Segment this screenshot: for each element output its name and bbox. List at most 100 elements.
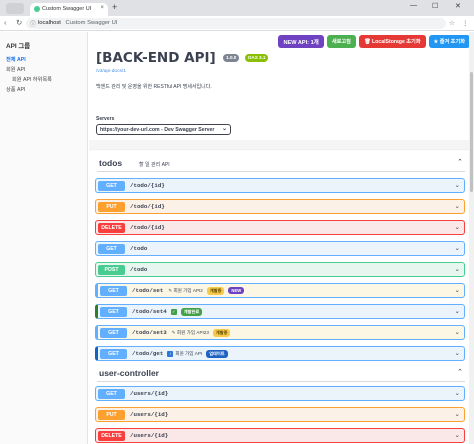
new-tab-button[interactable]: + [112, 2, 117, 12]
server-select[interactable]: https://your-dev-url.com - Dev Swagger S… [96, 124, 231, 135]
chevron-down-icon: ⌄ [221, 126, 227, 132]
method-badge: GET [98, 388, 125, 399]
operation-delete-todo-id[interactable]: DELETE /todo/{id} ⌄ [95, 220, 465, 235]
api-info: [BACK-END API] 1.0.0 OAS 3.1 /v3/api-doc… [96, 49, 376, 90]
operation-get-todo[interactable]: GET /todo ⌄ [95, 241, 465, 256]
operation-path: /todo/{id} [130, 224, 165, 231]
method-badge: DELETE [98, 222, 125, 233]
tab-bar: Custom Swagger UI × + — ☐ ✕ [0, 0, 474, 16]
chevron-up-icon[interactable]: ⌃ [457, 158, 463, 166]
chevron-down-icon[interactable]: ⌄ [455, 328, 460, 336]
localstorage-reset-button[interactable]: 🗑 LocalStorage 초기화 [358, 35, 426, 48]
sidebar-item-member-api[interactable]: 회원 API [6, 66, 81, 73]
browser-toolbar: ‹ ↻ ⓘ localhost Custom Swagger UI ☆ ⋮ [0, 16, 474, 31]
status-badge-developing: 개발중 [212, 328, 231, 337]
operation-summary: ✎ 회원 가입 API23 [171, 329, 209, 335]
maximize-button[interactable]: ☐ [432, 2, 438, 10]
chevron-down-icon[interactable]: ⌄ [455, 349, 460, 357]
operation-post-todo[interactable]: POST /todo ⌄ [95, 262, 465, 277]
operation-path: /users/{id} [130, 411, 169, 418]
chevron-down-icon[interactable]: ⌄ [455, 202, 460, 210]
close-window-button[interactable]: ✕ [455, 2, 461, 10]
status-badge-updated: 업데이트 [206, 349, 228, 358]
operation-get-users-id[interactable]: GET /users/{id} ⌄ [95, 386, 465, 401]
api-description: 백엔드 관리 및 운영을 위한 RESTful API 명세서입니다. [96, 84, 212, 90]
back-icon[interactable]: ‹ [4, 18, 7, 27]
operation-path: /todo/get [132, 350, 164, 357]
refresh-button[interactable]: 새로고침 [326, 35, 356, 48]
localstorage-reset-label: LocalStorage 초기화 [371, 39, 421, 45]
site-info-icon[interactable]: ⓘ [30, 19, 36, 28]
api-docs-link[interactable]: /v3/api-docs/1 [96, 69, 376, 74]
operation-path: /todo/{id} [130, 203, 165, 210]
tag-header-user-controller[interactable]: user-controller ⌃ [97, 368, 465, 382]
status-badge-complete: 개발완료 [180, 307, 203, 316]
new-api-button[interactable]: NEW API: 1개 [278, 35, 324, 48]
method-badge: GET [100, 306, 127, 317]
tag-description: 할 일 관리 API [139, 162, 170, 168]
method-badge: DELETE [98, 430, 125, 441]
tab-close-icon[interactable]: × [100, 5, 104, 11]
operation-summary: ✎ 회원 가입 API2 [168, 287, 203, 293]
operation-path: /todo/{id} [130, 182, 165, 189]
method-badge: PUT [98, 201, 125, 212]
operation-path: /todo/set3 [132, 329, 167, 336]
operation-path: /users/{id} [130, 390, 169, 397]
reload-icon[interactable]: ↻ [16, 18, 22, 27]
method-badge: POST [98, 264, 125, 275]
chevron-down-icon[interactable]: ⌄ [455, 307, 460, 315]
chevron-down-icon[interactable]: ⌄ [455, 389, 460, 397]
operation-get-todo-set[interactable]: GET /todo/set ✎ 회원 가입 API2 개발중 NEW ⌄ [95, 283, 465, 298]
operation-get-todo-set4[interactable]: GET /todo/set4 ✓ 개발완료 ⌄ [95, 304, 465, 319]
check-icon: ✓ [170, 308, 177, 315]
operation-path: /todo [130, 266, 148, 273]
chevron-down-icon[interactable]: ⌄ [455, 410, 460, 418]
api-title: [BACK-END API] [96, 49, 216, 66]
browser-window: Custom Swagger UI × + — ☐ ✕ ‹ ↻ ⓘ localh… [0, 0, 474, 444]
operation-put-users-id[interactable]: PUT /users/{id} ⌄ [95, 407, 465, 422]
swagger-main: NEW API: 1개 새로고침 🗑 LocalStorage 초기화 ★ 즐겨… [89, 32, 474, 444]
operation-delete-users-id[interactable]: DELETE /users/{id} ⌄ [95, 428, 465, 443]
method-badge: GET [100, 348, 127, 359]
sidebar-item-all-api[interactable]: 전체 API [6, 56, 81, 63]
page-scrollbar[interactable] [469, 32, 474, 444]
operation-get-todo-id[interactable]: GET /todo/{id} ⌄ [95, 178, 465, 193]
operation-get-todo-set3[interactable]: GET /todo/set3 ✎ 회원 가입 API23 개발중 ⌄ [95, 325, 465, 340]
scrollbar-thumb[interactable] [470, 72, 473, 192]
pinned-tab[interactable] [6, 3, 24, 14]
method-badge: GET [100, 327, 127, 338]
operation-get-todo-get[interactable]: GET /todo/get i 회원 가입 API 업데이트 ⌄ [95, 346, 465, 361]
chevron-down-icon[interactable]: ⌄ [455, 181, 460, 189]
minimize-button[interactable]: — [410, 2, 417, 9]
tab-title: Custom Swagger UI [42, 6, 92, 12]
chevron-down-icon[interactable]: ⌄ [455, 223, 460, 231]
operation-path: /users/{id} [130, 432, 169, 439]
star-icon[interactable]: ☆ [449, 19, 455, 27]
status-badge-developing: 개발중 [206, 286, 225, 295]
method-badge: PUT [98, 409, 125, 420]
address-bar[interactable]: ⓘ localhost Custom Swagger UI [26, 18, 446, 29]
operation-path: /todo [130, 245, 148, 252]
operation-summary: 회원 가입 API [175, 350, 203, 356]
chevron-down-icon[interactable]: ⌄ [455, 431, 460, 439]
operation-put-todo-id[interactable]: PUT /todo/{id} ⌄ [95, 199, 465, 214]
menu-icon[interactable]: ⋮ [462, 19, 469, 27]
chevron-down-icon[interactable]: ⌄ [455, 244, 460, 252]
chevron-down-icon[interactable]: ⌄ [455, 265, 460, 273]
top-button-bar: NEW API: 1개 새로고침 🗑 LocalStorage 초기화 ★ 즐겨… [278, 35, 470, 49]
server-select-value: https://your-dev-url.com - Dev Swagger S… [100, 126, 215, 133]
active-tab[interactable]: Custom Swagger UI × [30, 3, 108, 16]
url-host: localhost [38, 20, 61, 26]
operation-path: /todo/set4 [132, 308, 167, 315]
sidebar-item-product-api[interactable]: 상품 API [6, 86, 81, 93]
chevron-down-icon[interactable]: ⌄ [455, 286, 460, 294]
favorite-reset-label: 즐겨 초기화 [439, 39, 465, 45]
tag-header-todos[interactable]: todos 할 일 관리 API ⌃ [97, 158, 465, 172]
new-badge: NEW [228, 287, 245, 294]
sidebar-item-member-sub[interactable]: 회원 API 하위목록 [6, 76, 81, 83]
favorite-reset-button[interactable]: ★ 즐겨 초기화 [428, 35, 470, 48]
oas-badge: OAS 3.1 [244, 53, 269, 62]
method-badge: GET [98, 180, 125, 191]
swagger-favicon-icon [34, 6, 40, 12]
chevron-up-icon[interactable]: ⌃ [457, 368, 463, 376]
